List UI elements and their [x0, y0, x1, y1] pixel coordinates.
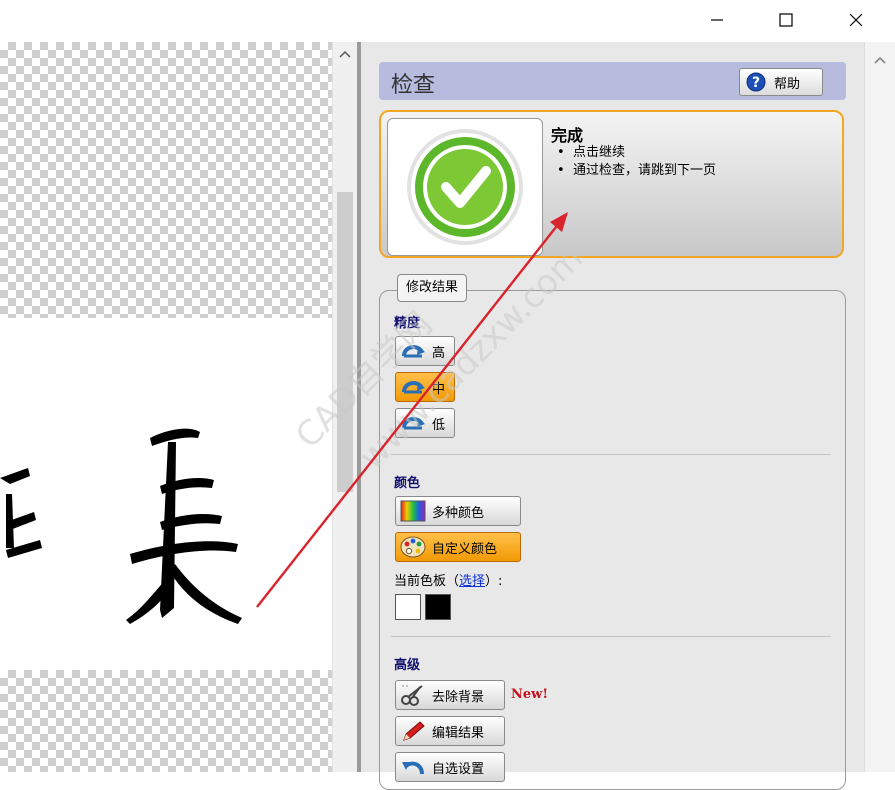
precision-medium-button[interactable]: 中 — [395, 372, 455, 402]
scissors-icon — [400, 684, 426, 706]
preview-scrollbar-thumb[interactable] — [337, 192, 353, 492]
edit-result-button[interactable]: 编辑结果 — [395, 716, 505, 746]
minimize-button[interactable] — [697, 6, 737, 34]
transparency-checkerboard — [0, 670, 332, 772]
status-box: 完成 点击继续 通过检查，请跳到下一页 — [379, 110, 844, 258]
signature-preview: 長 — [0, 42, 332, 772]
section-divider — [391, 636, 831, 637]
custom-color-button[interactable]: 自定义颜色 — [395, 532, 521, 562]
maximize-button[interactable] — [766, 6, 806, 34]
panel-header: 检查 ? 帮助 — [379, 62, 846, 100]
advanced-title: 高级 — [394, 658, 421, 673]
status-bullet: 点击继续 — [557, 144, 716, 162]
remove-background-button[interactable]: 去除背景 — [395, 680, 505, 710]
custom-settings-button[interactable]: 自选设置 — [395, 752, 505, 782]
transparency-checkerboard — [0, 42, 332, 318]
edit-result-label: 编辑结果 — [432, 725, 485, 741]
new-badge: New! — [511, 687, 549, 702]
status-list: 点击继续 通过检查，请跳到下一页 — [557, 144, 716, 180]
custom-settings-label: 自选设置 — [432, 761, 485, 777]
svg-text:?: ? — [752, 75, 760, 91]
close-icon — [849, 13, 863, 27]
maximize-icon — [779, 13, 793, 27]
close-button[interactable] — [836, 6, 876, 34]
help-button[interactable]: ? 帮助 — [739, 68, 823, 96]
precision-low-button[interactable]: 低 — [395, 408, 455, 438]
precision-high-button[interactable]: 高 — [395, 336, 455, 366]
refresh-icon — [400, 340, 426, 362]
chevron-up-icon — [339, 50, 351, 58]
status-image — [387, 118, 543, 256]
precision-medium-label: 中 — [432, 381, 446, 397]
help-button-label: 帮助 — [774, 76, 801, 92]
inspection-panel: 检查 ? 帮助 完成 点击继续 通过检查，请跳到下一页 修改结果 — [361, 42, 864, 790]
refresh-icon — [400, 412, 426, 434]
color-title: 颜色 — [394, 476, 421, 491]
minimize-icon — [711, 19, 723, 21]
custom-color-label: 自定义颜色 — [432, 541, 498, 557]
palette-label-suffix: ）: — [485, 574, 503, 589]
precision-low-label: 低 — [432, 417, 446, 433]
remove-background-label: 去除背景 — [432, 689, 485, 705]
status-title: 完成 — [551, 126, 584, 145]
palette-label-prefix: 当前色板（ — [394, 574, 460, 589]
pencil-icon — [400, 720, 426, 742]
palette-icon — [400, 536, 426, 558]
palette-swatch-white[interactable] — [395, 594, 421, 620]
signature-image: 長 — [0, 318, 332, 670]
precision-title: 精度 — [394, 316, 421, 331]
window-titlebar — [0, 0, 895, 42]
refresh-icon — [400, 376, 426, 398]
multi-color-button[interactable]: 多种颜色 — [395, 496, 521, 526]
palette-label: 当前色板（选择）: — [394, 570, 502, 589]
gradient-icon — [400, 500, 426, 522]
checkmark-icon — [407, 129, 523, 245]
help-icon: ? — [746, 72, 766, 92]
palette-swatch-black[interactable] — [425, 594, 451, 620]
palette-select-link[interactable]: 选择 — [459, 574, 485, 589]
result-group-title: 修改结果 — [397, 274, 468, 302]
panel-scrollbar[interactable] — [864, 42, 895, 772]
chevron-up-icon — [874, 56, 886, 64]
preview-scrollbar[interactable] — [332, 42, 357, 772]
precision-high-label: 高 — [432, 345, 446, 361]
section-divider — [391, 454, 831, 455]
multi-color-label: 多种颜色 — [432, 505, 485, 521]
panel-title: 检查 — [391, 73, 436, 98]
undo-icon — [400, 756, 426, 778]
status-bullet: 通过检查，请跳到下一页 — [557, 162, 716, 180]
